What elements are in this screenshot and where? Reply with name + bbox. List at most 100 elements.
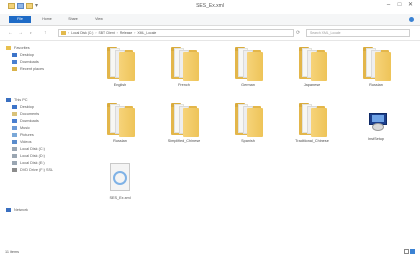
folder-icon <box>169 47 199 81</box>
network-icon <box>6 207 11 212</box>
tab-share[interactable]: Share <box>62 16 84 23</box>
nav-item-downloads[interactable]: Downloads <box>12 117 39 124</box>
nav-label: Recent places <box>20 66 45 71</box>
nav-label: Local Disk (C:) <box>20 146 45 151</box>
nav-item-documents[interactable]: Documents <box>12 110 39 117</box>
nav-label: This PC <box>14 97 28 102</box>
breadcrumb-item[interactable]: XML_Locale <box>137 31 156 35</box>
nav-item-local-disk-c[interactable]: Local Disk (C:) <box>12 145 45 152</box>
folder-item[interactable]: Spanish <box>222 103 274 159</box>
nav-item-desktop[interactable]: Desktop <box>12 103 34 110</box>
nav-label: Downloads <box>20 59 39 64</box>
nav-this-pc[interactable]: This PC <box>6 96 28 103</box>
folder-icon <box>297 103 327 137</box>
setup-item[interactable]: InstSetup <box>350 109 402 155</box>
nav-item-pictures[interactable]: Pictures <box>12 131 34 138</box>
address-bar[interactable]: › Local Disk (C:) › SBT Client › Release… <box>58 29 294 37</box>
breadcrumb-separator: › <box>134 31 136 35</box>
nav-label: Documents <box>20 111 40 116</box>
recent-locations-button[interactable]: ▾ <box>30 31 32 35</box>
help-icon[interactable] <box>409 17 414 22</box>
details-view-icon[interactable] <box>404 249 409 254</box>
close-button[interactable]: ✕ <box>405 1 416 10</box>
videos-icon <box>12 139 17 144</box>
folder-item[interactable]: Simplified_Chinese <box>158 103 210 159</box>
folder-icon <box>297 47 327 81</box>
folder-item[interactable]: German <box>222 47 274 97</box>
nav-item-desktop[interactable]: Desktop <box>12 51 34 58</box>
folder-item[interactable]: Russian <box>94 103 146 159</box>
minimize-button[interactable]: – <box>383 1 394 10</box>
nav-favorites[interactable]: Favorites <box>6 44 30 51</box>
drive-icon <box>12 160 17 165</box>
downloads-icon <box>12 118 17 123</box>
back-button[interactable]: ← <box>8 30 13 36</box>
view-toggle <box>404 249 415 254</box>
forward-button[interactable]: → <box>18 30 23 36</box>
folder-item[interactable]: Traditional_Chinese <box>286 103 338 159</box>
nav-label: Downloads <box>20 118 39 123</box>
nav-label: Network <box>14 207 28 212</box>
xml-file-item[interactable]: SES_Ex.xml <box>94 163 146 209</box>
breadcrumb-item[interactable]: SBT Client <box>99 31 115 35</box>
folder-item[interactable]: English <box>94 47 146 97</box>
item-label: InstSetup <box>367 137 385 141</box>
nav-label: Music <box>20 125 30 130</box>
folder-item[interactable]: Russian <box>350 47 402 97</box>
xml-file-icon <box>106 163 134 193</box>
nav-item-recent-places[interactable]: Recent places <box>12 65 44 72</box>
maximize-button[interactable]: □ <box>394 1 405 10</box>
documents-icon <box>12 111 17 116</box>
breadcrumb-item[interactable]: Release <box>120 31 132 35</box>
folder-item[interactable]: French <box>158 47 210 97</box>
folder-icon <box>105 47 135 81</box>
nav-item-local-disk-e[interactable]: Local Disk (E:) <box>12 159 45 166</box>
nav-label: DVD Drive (F:) SSL <box>20 167 54 172</box>
tab-home[interactable]: Home <box>36 16 58 23</box>
nav-item-dvd-drive[interactable]: DVD Drive (F:) SSL <box>12 166 53 173</box>
item-label: French <box>178 83 190 87</box>
installer-icon <box>367 109 389 133</box>
pictures-icon <box>12 132 17 137</box>
address-row: ← → ▾ ↑ › Local Disk (C:) › SBT Client ›… <box>0 26 420 41</box>
tab-file[interactable]: File <box>9 16 31 23</box>
item-label: Japanese <box>303 83 321 87</box>
folder-icon <box>361 47 391 81</box>
drive-icon <box>12 153 17 158</box>
recent-places-icon <box>12 66 17 71</box>
nav-item-videos[interactable]: Videos <box>12 138 32 145</box>
desktop-icon <box>12 104 17 109</box>
folder-item[interactable]: Japanese <box>286 47 338 97</box>
large-icons-view-icon[interactable] <box>410 249 415 254</box>
window-title: SES_Ex.xml <box>196 3 224 9</box>
music-icon <box>12 125 17 130</box>
folder-icon <box>61 31 66 35</box>
dvd-drive-icon <box>12 167 17 172</box>
nav-item-downloads[interactable]: Downloads <box>12 58 39 65</box>
tab-view[interactable]: View <box>88 16 110 23</box>
title-bar: ▾ SES_Ex.xml – □ ✕ <box>0 0 420 14</box>
item-label: SES_Ex.xml <box>109 196 131 200</box>
nav-item-music[interactable]: Music <box>12 124 30 131</box>
up-button[interactable]: ↑ <box>44 30 47 36</box>
nav-network[interactable]: Network <box>6 206 28 213</box>
computer-icon <box>6 97 11 102</box>
nav-label: Local Disk (E:) <box>20 160 45 165</box>
nav-label: Desktop <box>20 52 34 57</box>
item-label: English <box>113 83 127 87</box>
nav-label: Pictures <box>20 132 34 137</box>
nav-label: Local Disk (D:) <box>20 153 45 158</box>
nav-item-local-disk-d[interactable]: Local Disk (D:) <box>12 152 45 159</box>
folder-icon <box>233 47 263 81</box>
folder-icon <box>233 103 263 137</box>
status-bar: 11 items <box>0 246 420 258</box>
nav-label: Desktop <box>20 104 34 109</box>
item-label: Simplified_Chinese <box>167 139 201 143</box>
nav-label: Videos <box>20 139 32 144</box>
downloads-icon <box>12 59 17 64</box>
folder-icon <box>169 103 199 137</box>
search-input[interactable]: Search XML_Locale <box>306 29 410 37</box>
breadcrumb-item[interactable]: Local Disk (C:) <box>71 31 93 35</box>
refresh-button[interactable]: ⟳ <box>296 30 300 36</box>
item-count: 11 items <box>5 250 20 254</box>
